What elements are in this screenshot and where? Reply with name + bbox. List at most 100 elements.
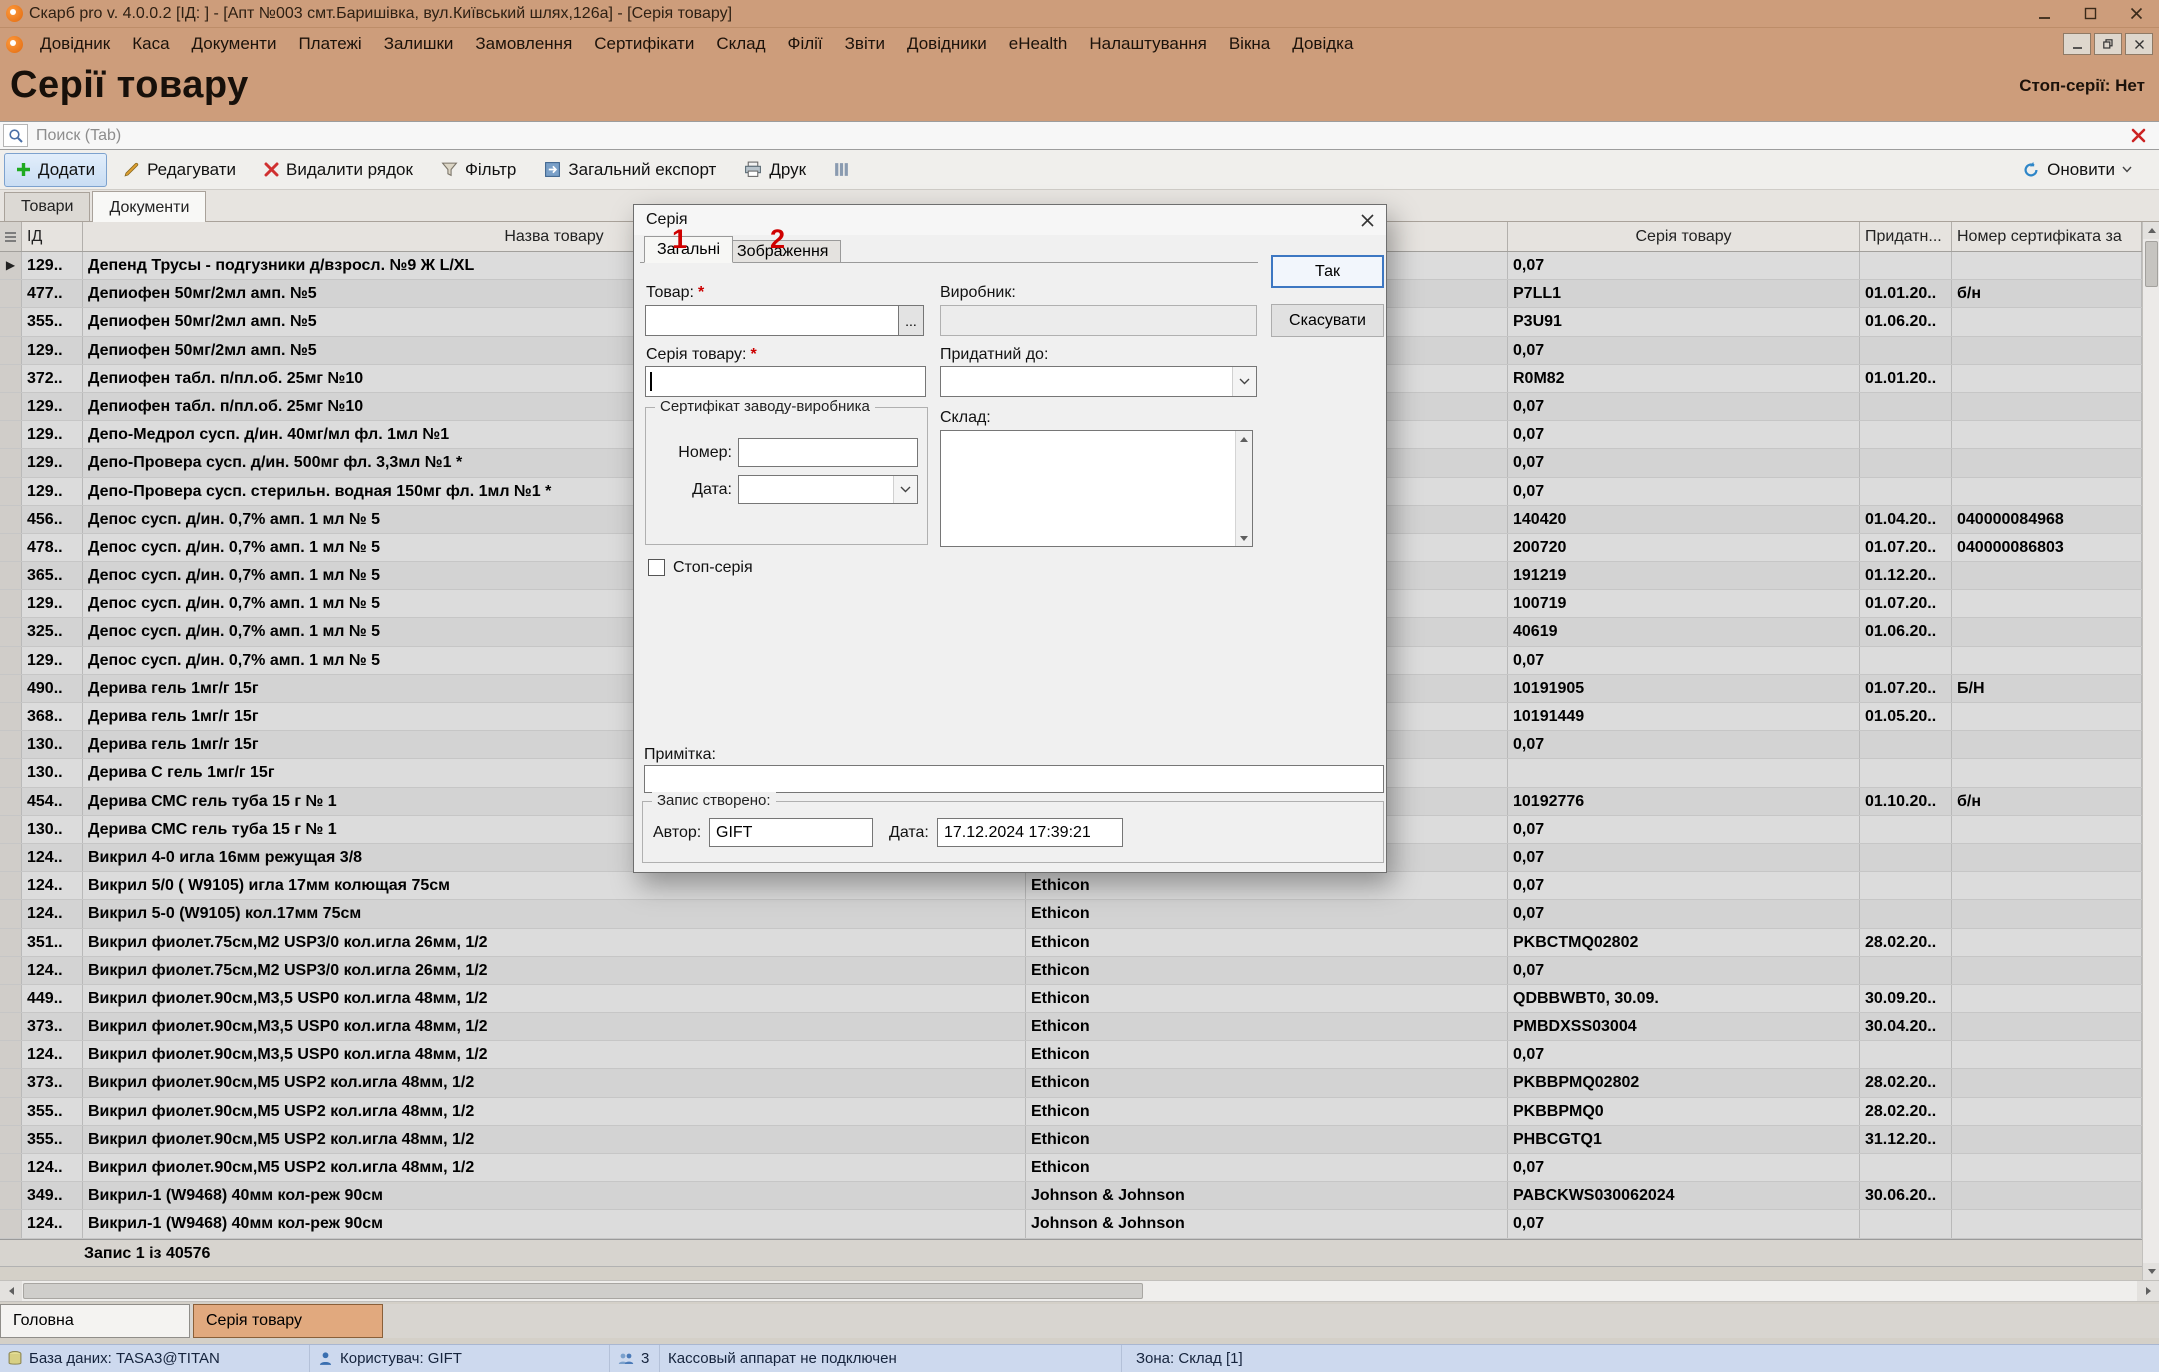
mdi-close-button[interactable] [2125, 33, 2153, 55]
manufacturer-input[interactable] [940, 305, 1257, 336]
app-logo-icon [6, 5, 23, 22]
menu-item[interactable]: Налаштування [1078, 28, 1218, 60]
menu-item[interactable]: Документи [181, 28, 288, 60]
menu-item[interactable]: Довідник [29, 28, 121, 60]
created-date-input[interactable] [937, 818, 1123, 847]
row-marker [0, 985, 22, 1012]
menu-item[interactable]: Довідка [1281, 28, 1364, 60]
table-row[interactable]: 373..Викрил фиолет.90см,М3,5 USP0 кол.иг… [0, 1013, 2142, 1041]
menu-item[interactable]: Залишки [373, 28, 465, 60]
table-row[interactable]: 373..Викрил фиолет.90см,М5 USP2 кол.игла… [0, 1069, 2142, 1097]
note-input[interactable] [644, 765, 1384, 793]
menu-item[interactable]: Каса [121, 28, 180, 60]
menu-item[interactable]: eHealth [998, 28, 1079, 60]
add-button[interactable]: Додати [4, 153, 107, 187]
print-button[interactable]: Друк [732, 153, 818, 187]
stock-listbox[interactable] [940, 430, 1253, 547]
grid-corner-button[interactable] [0, 222, 22, 251]
cell-certificate: б/н [1952, 788, 2142, 815]
mdi-restore-button[interactable] [2094, 33, 2122, 55]
table-row[interactable]: 355..Викрил фиолет.90см,М5 USP2 кол.игла… [0, 1098, 2142, 1126]
user-icon [318, 1351, 333, 1366]
edit-button[interactable]: Редагувати [111, 153, 248, 187]
row-marker [0, 1126, 22, 1153]
cell-series: PHBCGTQ1 [1508, 1126, 1860, 1153]
bottom-tab-series[interactable]: Серія товару [193, 1304, 383, 1338]
delete-row-button[interactable]: Видалити рядок [252, 153, 425, 187]
cell-certificate [1952, 816, 2142, 843]
column-header-certificate[interactable]: Номер сертифіката за [1952, 222, 2142, 251]
vertical-scroll-thumb[interactable] [2145, 241, 2158, 287]
table-row[interactable]: 124..Викрил 5-0 (W9105) кол.17мм 75смEth… [0, 900, 2142, 928]
tab-dokumenty[interactable]: Документи [92, 191, 206, 222]
export-button[interactable]: Загальний експорт [532, 153, 728, 187]
menu-item[interactable]: Довідники [896, 28, 998, 60]
valid-until-combobox[interactable] [940, 366, 1257, 397]
clear-search-button[interactable] [2125, 124, 2151, 148]
mdi-minimize-button[interactable] [2063, 33, 2091, 55]
scroll-left-arrow[interactable] [0, 1281, 22, 1301]
ok-button[interactable]: Так [1271, 255, 1384, 288]
scroll-up-arrow[interactable] [2143, 222, 2159, 239]
product-input[interactable] [645, 305, 899, 336]
cert-date-combobox[interactable] [738, 475, 918, 504]
menu-item[interactable]: Платежі [287, 28, 372, 60]
cell-manufacturer: Ethicon [1026, 985, 1508, 1012]
tab-tovary[interactable]: Товари [4, 192, 90, 221]
table-row[interactable]: 355..Викрил фиолет.90см,М5 USP2 кол.игла… [0, 1126, 2142, 1154]
table-row[interactable]: 124..Викрил 5/0 ( W9105) игла 17мм колющ… [0, 872, 2142, 900]
dialog-close-button[interactable] [1348, 205, 1386, 235]
row-marker [0, 365, 22, 392]
table-row[interactable]: 124..Викрил фиолет.75см,М2 USP3/0 кол.иг… [0, 957, 2142, 985]
menu-item[interactable]: Замовлення [464, 28, 583, 60]
menu-item[interactable]: Філії [777, 28, 834, 60]
stock-scrollbar[interactable] [1235, 431, 1252, 546]
cell-id: 449.. [22, 985, 83, 1012]
close-button[interactable] [2113, 0, 2159, 28]
column-header-series[interactable]: Серія товару [1508, 222, 1860, 251]
column-header-id[interactable]: ІД [22, 222, 83, 251]
combo-arrow-icon[interactable] [1232, 367, 1256, 396]
table-row[interactable]: 124..Викрил-1 (W9468) 40мм кол-реж 90смJ… [0, 1210, 2142, 1238]
scroll-right-arrow[interactable] [2137, 1281, 2159, 1301]
horizontal-scroll-thumb[interactable] [23, 1283, 1143, 1299]
dialog-title-bar[interactable]: Серія [634, 205, 1386, 235]
cancel-button[interactable]: Скасувати [1271, 304, 1384, 337]
scroll-up-arrow[interactable] [1236, 431, 1252, 447]
cell-manufacturer: Ethicon [1026, 872, 1508, 899]
search-input[interactable] [28, 127, 2125, 145]
menu-item[interactable]: Звіти [834, 28, 896, 60]
cell-id: 351.. [22, 929, 83, 956]
vertical-scrollbar[interactable] [2142, 222, 2159, 1280]
dialog-tab-general[interactable]: Загальні [644, 236, 733, 263]
author-input[interactable] [709, 818, 873, 847]
menu-item[interactable]: Вікна [1218, 28, 1281, 60]
series-input[interactable] [645, 366, 926, 397]
minimize-button[interactable] [2021, 0, 2067, 28]
menu-item[interactable]: Сертифікати [583, 28, 705, 60]
refresh-button[interactable]: Оновити [2011, 153, 2143, 187]
cell-manufacturer: Ethicon [1026, 929, 1508, 956]
cell-certificate [1952, 731, 2142, 758]
product-picker-button[interactable]: ... [899, 305, 924, 336]
cert-number-input[interactable] [738, 438, 918, 467]
menu-item[interactable]: Склад [705, 28, 776, 60]
table-row[interactable]: 351..Викрил фиолет.75см,М2 USP3/0 кол.иг… [0, 929, 2142, 957]
combo-arrow-icon[interactable] [893, 476, 917, 503]
stop-series-checkbox[interactable] [648, 559, 665, 576]
table-row[interactable]: 124..Викрил фиолет.90см,М3,5 USP0 кол.иг… [0, 1041, 2142, 1069]
table-row[interactable]: 349..Викрил-1 (W9468) 40мм кол-реж 90смJ… [0, 1182, 2142, 1210]
cell-series [1508, 759, 1860, 786]
cell-manufacturer: Ethicon [1026, 1013, 1508, 1040]
scroll-down-arrow[interactable] [1236, 530, 1252, 546]
cell-certificate [1952, 1069, 2142, 1096]
table-row[interactable]: 449..Викрил фиолет.90см,М3,5 USP0 кол.иг… [0, 985, 2142, 1013]
maximize-button[interactable] [2067, 0, 2113, 28]
filter-button[interactable]: Фільтр [429, 153, 528, 187]
horizontal-scrollbar[interactable] [0, 1280, 2159, 1302]
table-row[interactable]: 124..Викрил фиолет.90см,М5 USP2 кол.игла… [0, 1154, 2142, 1182]
bottom-tab-home[interactable]: Головна [0, 1304, 190, 1338]
columns-button[interactable] [822, 154, 861, 185]
column-header-expiry[interactable]: Придатн... [1860, 222, 1952, 251]
scroll-down-arrow[interactable] [2143, 1263, 2159, 1280]
